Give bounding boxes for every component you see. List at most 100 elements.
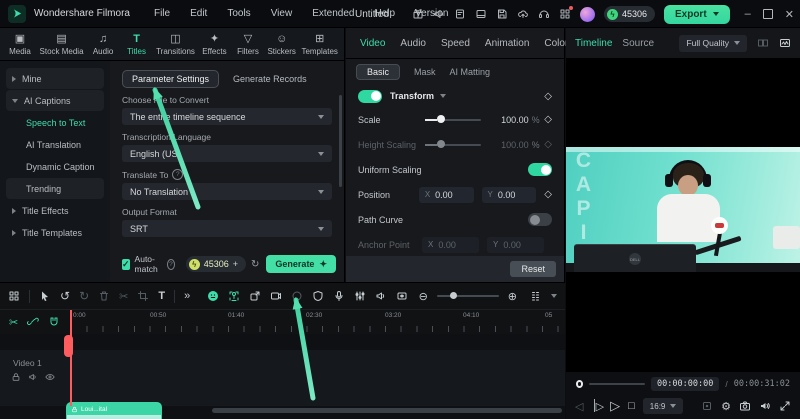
- compare-view-icon[interactable]: [757, 37, 769, 49]
- scrubber-track[interactable]: [589, 383, 645, 385]
- delete-icon[interactable]: [98, 290, 110, 302]
- translate-to-select[interactable]: No Translation: [122, 183, 332, 200]
- zoom-out-icon[interactable]: ⊖: [419, 290, 428, 303]
- tab-animation[interactable]: Animation: [485, 38, 529, 49]
- crop-icon[interactable]: [137, 290, 149, 302]
- sidebar-item-title-effects[interactable]: Title Effects: [6, 200, 104, 221]
- export-button[interactable]: Export: [664, 5, 730, 24]
- position-y-field[interactable]: Y0.00: [482, 187, 537, 203]
- layout-icon[interactable]: [475, 8, 487, 20]
- tab-source-preview[interactable]: Source: [622, 38, 654, 49]
- headset-icon[interactable]: [538, 8, 550, 20]
- text-tool-icon[interactable]: T: [158, 290, 165, 302]
- next-frame-button[interactable]: ׀▷: [591, 400, 602, 413]
- tab-video[interactable]: Video: [360, 38, 385, 49]
- quick-split-icon[interactable]: ✂: [9, 316, 18, 329]
- transform-toggle[interactable]: [358, 90, 382, 103]
- link-clips-icon[interactable]: [27, 316, 39, 328]
- script-icon[interactable]: [454, 8, 466, 20]
- sidebar-item-title-templates[interactable]: Title Templates: [6, 222, 104, 243]
- layout-grid-icon[interactable]: [8, 290, 20, 302]
- undo-icon[interactable]: ↺: [60, 289, 70, 303]
- horizontal-scrollbar[interactable]: [212, 408, 562, 413]
- tab-color[interactable]: Color: [544, 38, 568, 49]
- motion-tracking-icon[interactable]: [228, 290, 240, 302]
- save-icon[interactable]: [496, 8, 508, 20]
- voiceover-icon[interactable]: [333, 290, 345, 302]
- stop-button[interactable]: □: [628, 400, 635, 412]
- timeline-ruler[interactable]: 0:00 00:50 01:40 02:30 03:20 04:10 05: [65, 310, 565, 334]
- instant-mode-icon[interactable]: [291, 290, 303, 302]
- menu-file[interactable]: File: [144, 8, 180, 19]
- generate-button[interactable]: Generate✦: [266, 255, 336, 273]
- tab-speed[interactable]: Speed: [441, 38, 470, 49]
- tab-filters[interactable]: ▽Filters: [234, 33, 262, 56]
- scale-value[interactable]: 100.00: [491, 115, 529, 125]
- aspect-ratio-select[interactable]: 16:9: [643, 398, 684, 414]
- track-height-icon[interactable]: [530, 290, 542, 302]
- scrubber-handle[interactable]: [576, 380, 583, 388]
- snap-magnet-icon[interactable]: [48, 316, 60, 328]
- gift-icon[interactable]: [412, 8, 424, 20]
- marker-icon[interactable]: [396, 290, 408, 302]
- close-button[interactable]: ✕: [785, 8, 794, 21]
- menu-view[interactable]: View: [261, 8, 303, 19]
- refresh-icon[interactable]: ↻: [251, 259, 259, 270]
- user-avatar[interactable]: [580, 7, 595, 22]
- tab-templates[interactable]: ⊞Templates: [301, 33, 337, 56]
- sidebar-item-trending[interactable]: Trending: [6, 178, 104, 199]
- play-button[interactable]: ▷: [610, 398, 620, 414]
- mask-icon[interactable]: [312, 290, 324, 302]
- caret-down-icon[interactable]: [440, 94, 446, 98]
- zoom-in-icon[interactable]: ⊕: [508, 290, 517, 303]
- select-tool-icon[interactable]: [39, 290, 51, 302]
- mute-track-icon[interactable]: [28, 372, 38, 382]
- credits-badge[interactable]: ϟ 45306: [604, 6, 655, 22]
- scopes-icon[interactable]: [779, 37, 791, 49]
- megaphone-icon[interactable]: [433, 8, 445, 20]
- export-clip-icon[interactable]: [249, 290, 261, 302]
- ai-portrait-icon[interactable]: [207, 290, 219, 302]
- more-tools-icon[interactable]: »: [184, 290, 190, 302]
- sidebar-item-dynamic-caption[interactable]: Dynamic Caption: [6, 156, 104, 177]
- tab-parameter-settings[interactable]: Parameter Settings: [122, 70, 219, 88]
- previous-frame-button[interactable]: ◁: [575, 400, 583, 413]
- tab-transitions[interactable]: ◫Transitions: [156, 33, 195, 56]
- lock-track-icon[interactable]: [11, 372, 21, 382]
- sidebar-item-ai-captions[interactable]: AI Captions: [6, 90, 104, 111]
- info-icon[interactable]: ?: [167, 259, 175, 270]
- audio-denoise-icon[interactable]: [375, 290, 387, 302]
- form-scrollbar[interactable]: [339, 95, 342, 187]
- apps-grid-icon[interactable]: [559, 8, 571, 20]
- timeline-zoom-slider[interactable]: [437, 295, 499, 297]
- audio-mixer-icon[interactable]: [354, 290, 366, 302]
- render-settings-icon[interactable]: ⚙: [721, 400, 731, 413]
- caret-down-icon[interactable]: [551, 294, 557, 298]
- scale-slider[interactable]: [425, 119, 481, 121]
- menu-edit[interactable]: Edit: [180, 8, 217, 19]
- file-to-convert-select[interactable]: The entire timeline sequence: [122, 108, 332, 125]
- timecode-current[interactable]: 00:00:00:00: [651, 377, 719, 391]
- reset-button[interactable]: Reset: [510, 261, 556, 277]
- playhead[interactable]: [70, 310, 72, 406]
- transcription-language-select[interactable]: English (US): [122, 145, 332, 162]
- redo-icon[interactable]: ↻: [79, 289, 89, 303]
- video-clip[interactable]: Loui...ital: [66, 402, 162, 419]
- tab-media[interactable]: ▣Media: [6, 33, 34, 56]
- subtab-mask[interactable]: Mask: [414, 67, 436, 77]
- keyframe-icon[interactable]: ◇: [544, 189, 552, 200]
- tab-generate-records[interactable]: Generate Records: [233, 74, 307, 84]
- keyframe-icon[interactable]: ◇: [544, 91, 552, 102]
- tab-stock-media[interactable]: ▤Stock Media: [40, 33, 84, 56]
- output-format-select[interactable]: SRT: [122, 220, 332, 237]
- hide-track-icon[interactable]: [45, 372, 55, 382]
- tab-titles[interactable]: TTitles: [123, 33, 151, 56]
- menu-tools[interactable]: Tools: [217, 8, 260, 19]
- tab-timeline-preview[interactable]: Timeline: [575, 38, 612, 49]
- preview-stage[interactable]: CAPIT DELL: [566, 58, 800, 372]
- sidebar-item-mine[interactable]: Mine: [6, 68, 104, 89]
- video-track-lane[interactable]: [0, 350, 565, 406]
- tab-audio[interactable]: Audio: [400, 38, 426, 49]
- sidebar-item-ai-translation[interactable]: AI Translation: [6, 134, 104, 155]
- cloud-upload-icon[interactable]: [517, 8, 529, 20]
